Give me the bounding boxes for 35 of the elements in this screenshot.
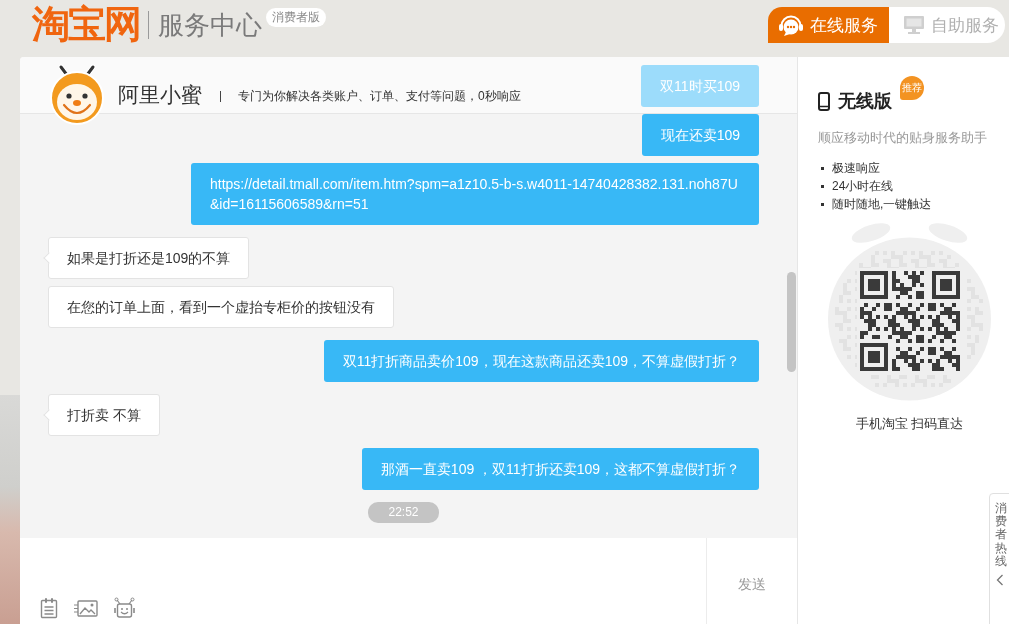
scrollbar-thumb[interactable] (787, 272, 796, 372)
notepad-icon[interactable] (40, 597, 58, 619)
site-logo[interactable]: 淘宝网 (32, 5, 140, 43)
feature-item: 极速响应 (832, 159, 880, 177)
edition-badge: 消费者版 (266, 8, 326, 27)
bullet-icon (821, 184, 824, 188)
feature-item: 随时随地,一键触达 (832, 195, 932, 213)
agent-tagline: 专门为你解决各类账户、订单、支付等问题，0秒响应 (238, 87, 521, 105)
chat-message: 在您的订单上面，看到一个虚抬专柜价的按钮没有 (48, 286, 394, 328)
qr-caption: 手机淘宝 扫码直达 (855, 415, 964, 433)
chat-message: 那酒一直卖109 ，双11打折还卖109，这都不算虚假打折？ (361, 448, 759, 490)
feature-item: 24小时在线 (832, 177, 894, 195)
image-icon[interactable] (74, 599, 98, 617)
service-center-title: 服务中心 (158, 12, 262, 38)
bullet-icon (821, 166, 824, 170)
phone-icon (818, 91, 830, 111)
chat-message: https://detail.tmall.com/item.htm?spm=a1z10.5-b-s.w4011-14740428382.131.noh87U&id=16115606589&rn=51 (191, 163, 759, 225)
mobile-version-subtitle: 顺应移动时代的贴身服务助手 (818, 130, 988, 147)
service-tab[interactable]: 在线服务 (768, 7, 889, 43)
bullet-icon (821, 202, 824, 206)
message-timestamp: 22:52 (368, 502, 439, 523)
chat-message: 打折卖 不算 (42, 394, 160, 436)
robot-face-icon[interactable] (114, 597, 135, 619)
chat-message: 双11打折商品卖价109，现在这款商品还卖109，不算虚假打折？ (323, 340, 759, 382)
chat-message: 如果是打折还是109的不算 (42, 237, 250, 279)
service-tab[interactable]: 自助服务 (889, 7, 1005, 43)
hotline-tab[interactable]: 消费者热线 (989, 493, 1009, 624)
chevron-left-icon (996, 573, 1004, 586)
headset-chat-icon (778, 14, 804, 36)
mobile-version-title: 无线版 (838, 90, 892, 113)
chat-message: 现在还卖109 (641, 114, 759, 156)
recommend-badge: 推荐 (900, 76, 924, 100)
chat-message: 双11时买109 (641, 65, 759, 107)
monitor-icon (903, 15, 925, 35)
agent-name: 阿里小蜜 (118, 82, 202, 108)
